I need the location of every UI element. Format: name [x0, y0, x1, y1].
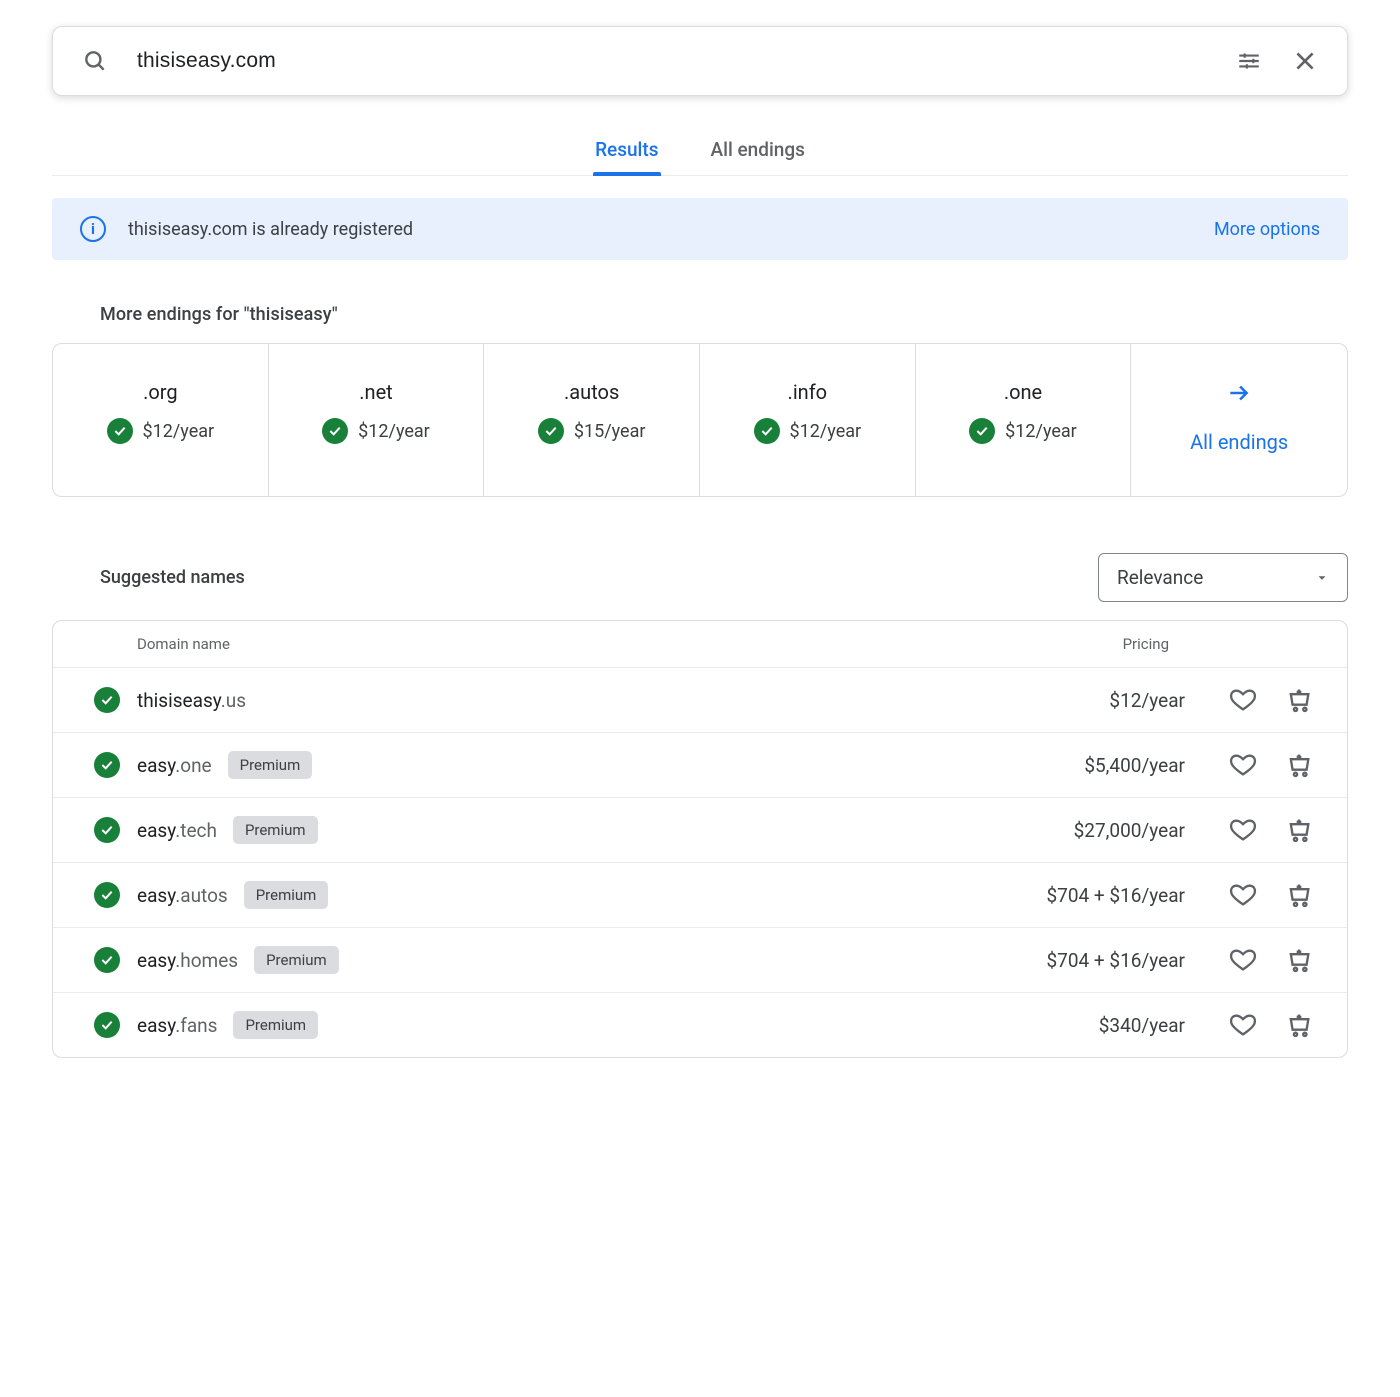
ending-price: $12/year — [790, 421, 862, 442]
add-to-cart-icon[interactable] — [1285, 1011, 1313, 1039]
available-check-icon — [94, 687, 120, 713]
available-check-icon — [754, 418, 780, 444]
sort-value: Relevance — [1117, 566, 1203, 589]
result-row[interactable]: thisiseasy.us$12/year — [53, 668, 1347, 733]
ending-tld: .autos — [564, 380, 619, 404]
available-check-icon — [94, 752, 120, 778]
domain-name: easy.fansPremium — [137, 1011, 969, 1039]
search-bar — [52, 26, 1348, 96]
domain-name: thisiseasy.us — [137, 689, 969, 712]
results-table: Domain name Pricing thisiseasy.us$12/yea… — [52, 620, 1348, 1058]
sort-dropdown[interactable]: Relevance — [1098, 553, 1348, 602]
info-icon: i — [80, 216, 106, 242]
domain-name: easy.autosPremium — [137, 881, 969, 909]
domain-price: $340/year — [969, 1014, 1189, 1037]
ending-card[interactable]: .org $12/year — [53, 344, 269, 496]
tab-results[interactable]: Results — [589, 126, 664, 175]
ending-price: $12/year — [358, 421, 430, 442]
ending-card[interactable]: .autos $15/year — [484, 344, 700, 496]
domain-price: $5,400/year — [969, 754, 1189, 777]
add-to-cart-icon[interactable] — [1285, 881, 1313, 909]
favorite-icon[interactable] — [1229, 881, 1257, 909]
available-check-icon — [94, 1012, 120, 1038]
domain-price: $704 + $16/year — [969, 949, 1189, 972]
ending-tld: .one — [1004, 380, 1042, 404]
endings-grid: .org $12/year .net $12/year .autos $15/year .i… — [52, 343, 1348, 497]
result-row[interactable]: easy.techPremium$27,000/year — [53, 798, 1347, 863]
favorite-icon[interactable] — [1229, 1011, 1257, 1039]
ending-card[interactable]: .net $12/year — [269, 344, 485, 496]
ending-card[interactable]: .one $12/year — [916, 344, 1132, 496]
premium-badge: Premium — [228, 751, 313, 779]
ending-price: $12/year — [1005, 421, 1077, 442]
tab-all-endings[interactable]: All endings — [705, 126, 811, 175]
search-icon — [81, 47, 109, 75]
chevron-down-icon — [1315, 571, 1329, 585]
favorite-icon[interactable] — [1229, 946, 1257, 974]
favorite-icon[interactable] — [1229, 751, 1257, 779]
domain-name: easy.homesPremium — [137, 946, 969, 974]
available-check-icon — [94, 817, 120, 843]
results-header: Domain name Pricing — [53, 621, 1347, 668]
available-check-icon — [107, 418, 133, 444]
add-to-cart-icon[interactable] — [1285, 751, 1313, 779]
favorite-icon[interactable] — [1229, 686, 1257, 714]
domain-search-input[interactable] — [137, 49, 1207, 73]
premium-badge: Premium — [233, 816, 318, 844]
domain-price: $12/year — [969, 689, 1189, 712]
available-check-icon — [322, 418, 348, 444]
suggested-heading: Suggested names — [100, 567, 245, 588]
more-options-link[interactable]: More options — [1214, 219, 1320, 240]
add-to-cart-icon[interactable] — [1285, 946, 1313, 974]
col-pricing: Pricing — [969, 635, 1189, 653]
premium-badge: Premium — [254, 946, 339, 974]
ending-tld: .info — [788, 380, 828, 404]
tab-bar: Results All endings — [52, 126, 1348, 176]
ending-tld: .org — [143, 380, 178, 404]
domain-name: easy.techPremium — [137, 816, 969, 844]
domain-name: easy.onePremium — [137, 751, 969, 779]
all-endings-card[interactable]: All endings — [1131, 344, 1347, 496]
result-row[interactable]: easy.onePremium$5,400/year — [53, 733, 1347, 798]
available-check-icon — [94, 882, 120, 908]
available-check-icon — [94, 947, 120, 973]
ending-tld: .net — [359, 380, 392, 404]
banner-message: thisiseasy.com is already registered — [128, 219, 1192, 240]
all-endings-label: All endings — [1190, 430, 1288, 454]
add-to-cart-icon[interactable] — [1285, 816, 1313, 844]
registered-banner: i thisiseasy.com is already registered M… — [52, 198, 1348, 260]
domain-price: $27,000/year — [969, 819, 1189, 842]
ending-card[interactable]: .info $12/year — [700, 344, 916, 496]
ending-price: $12/year — [143, 421, 215, 442]
endings-heading: More endings for "thisiseasy" — [100, 304, 1348, 325]
available-check-icon — [538, 418, 564, 444]
result-row[interactable]: easy.fansPremium$340/year — [53, 993, 1347, 1057]
col-domain-name: Domain name — [137, 635, 969, 653]
premium-badge: Premium — [233, 1011, 318, 1039]
available-check-icon — [969, 418, 995, 444]
result-row[interactable]: easy.autosPremium$704 + $16/year — [53, 863, 1347, 928]
result-row[interactable]: easy.homesPremium$704 + $16/year — [53, 928, 1347, 993]
clear-icon[interactable] — [1291, 47, 1319, 75]
tune-icon[interactable] — [1235, 47, 1263, 75]
premium-badge: Premium — [244, 881, 329, 909]
domain-price: $704 + $16/year — [969, 884, 1189, 907]
ending-price: $15/year — [574, 421, 646, 442]
favorite-icon[interactable] — [1229, 816, 1257, 844]
add-to-cart-icon[interactable] — [1285, 686, 1313, 714]
arrow-right-icon — [1226, 380, 1252, 410]
